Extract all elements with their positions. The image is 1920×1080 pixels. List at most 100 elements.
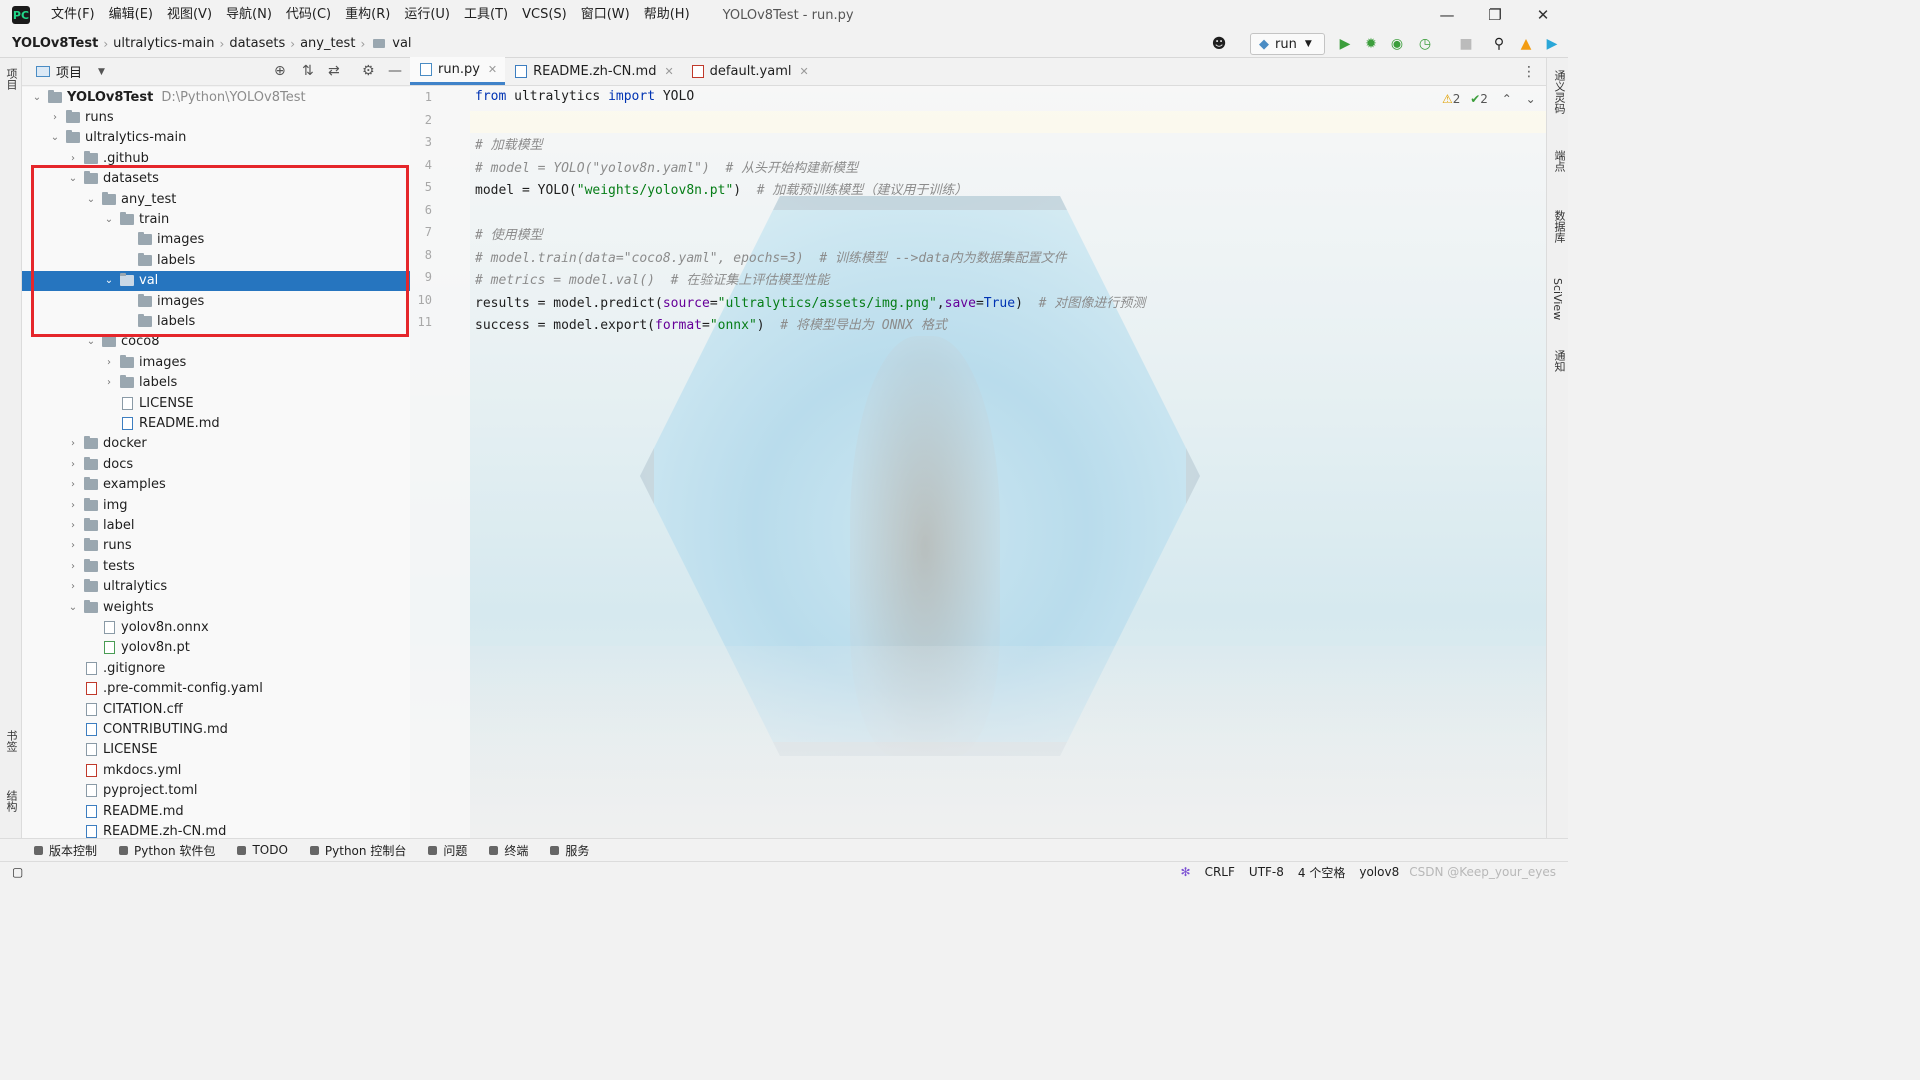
run-config-select[interactable]: ◆ run ▼ — [1250, 33, 1325, 55]
tree-item[interactable]: .gitignore — [22, 658, 410, 678]
jetbrains-ai-icon[interactable]: ▶ — [1543, 35, 1561, 53]
tree-item[interactable]: README.md — [22, 413, 410, 433]
tree-item[interactable]: ⌄ weights — [22, 597, 410, 617]
bookmarks-tool-tab[interactable]: 书签 — [3, 730, 19, 752]
chevron-down-icon[interactable]: ⌄ — [1526, 92, 1536, 106]
menu-edit[interactable]: 编辑(E) — [102, 0, 160, 30]
tree-item[interactable]: ⌄ coco8 — [22, 332, 410, 352]
run-icon[interactable]: ▶ — [1336, 35, 1354, 53]
tree-item[interactable]: › docs — [22, 454, 410, 474]
breadcrumb-item[interactable]: val — [389, 36, 414, 51]
close-tab-icon[interactable]: ✕ — [799, 65, 808, 78]
minimize-icon[interactable]: — — [1424, 0, 1470, 30]
user-icon[interactable]: ☻ — [1210, 35, 1228, 53]
project-tool-tab[interactable]: 项目 — [3, 68, 19, 90]
tool-version-control[interactable]: 版本控制 — [34, 842, 97, 859]
menu-run[interactable]: 运行(U) — [397, 0, 457, 30]
file-encoding[interactable]: UTF-8 — [1249, 865, 1284, 879]
close-tab-icon[interactable]: ✕ — [488, 63, 497, 76]
expand-all-icon[interactable]: ⇅ — [302, 63, 314, 79]
tree-item[interactable]: › docker — [22, 434, 410, 454]
close-icon[interactable]: ✕ — [1520, 0, 1566, 30]
restore-icon[interactable]: ❐ — [1472, 0, 1518, 30]
tree-item[interactable]: images — [22, 291, 410, 311]
collapse-all-icon[interactable]: ⇄ — [328, 63, 340, 79]
menu-file[interactable]: 文件(F) — [44, 0, 102, 30]
tree-item[interactable]: › ultralytics — [22, 577, 410, 597]
tree-item[interactable]: › runs — [22, 536, 410, 556]
chevron-down-icon[interactable]: ▼ — [98, 67, 105, 77]
indent-setting[interactable]: 4 个空格 — [1298, 864, 1345, 881]
tree-item[interactable]: ⌄ train — [22, 209, 410, 229]
menu-code[interactable]: 代码(C) — [279, 0, 338, 30]
hide-panel-icon[interactable]: — — [388, 63, 402, 79]
project-panel-title[interactable]: 项目 — [56, 62, 82, 81]
python-interpreter[interactable]: yolov8 — [1359, 865, 1399, 879]
sciview-tool-tab[interactable]: SciView — [1551, 278, 1564, 320]
tree-item[interactable]: CITATION.cff — [22, 699, 410, 719]
tree-item[interactable]: CONTRIBUTING.md — [22, 719, 410, 739]
tree-item[interactable]: README.md — [22, 801, 410, 821]
tree-item[interactable]: › label — [22, 515, 410, 535]
breadcrumb-item[interactable]: ultralytics-main — [110, 36, 217, 51]
tab-run-py[interactable]: run.py ✕ — [410, 57, 506, 85]
tree-item-selected[interactable]: ⌄ val — [22, 270, 410, 291]
database-tool-tab[interactable]: 数据库 — [1551, 210, 1567, 243]
tree-item[interactable]: › tests — [22, 556, 410, 576]
endpoints-tool-tab[interactable]: 端点 — [1551, 150, 1567, 172]
close-tab-icon[interactable]: ✕ — [664, 65, 673, 78]
tree-root[interactable]: ⌄ YOLOv8Test D:\Python\YOLOv8Test — [22, 87, 410, 107]
ai-status-icon[interactable]: ✻ — [1181, 865, 1191, 879]
tool-python-packages[interactable]: Python 软件包 — [119, 842, 215, 859]
tree-item[interactable]: mkdocs.yml — [22, 760, 410, 780]
debug-icon[interactable]: ✹ — [1362, 35, 1380, 53]
tree-item[interactable]: › .github — [22, 148, 410, 168]
menu-vcs[interactable]: VCS(S) — [515, 0, 574, 30]
tool-terminal[interactable]: 终端 — [489, 842, 528, 859]
tree-item[interactable]: › img — [22, 495, 410, 515]
update-icon[interactable]: ▲ — [1517, 35, 1535, 53]
toggle-tool-windows-icon[interactable]: ▢ — [12, 865, 23, 879]
tree-item[interactable]: .pre-commit-config.yaml — [22, 679, 410, 699]
tree-item[interactable]: README.zh-CN.md — [22, 821, 410, 838]
gear-icon[interactable]: ⚙ — [362, 63, 375, 79]
breadcrumb-item[interactable]: YOLOv8Test — [0, 36, 101, 51]
line-separator[interactable]: CRLF — [1205, 865, 1235, 879]
tree-item[interactable]: yolov8n.onnx — [22, 617, 410, 637]
inspection-widget[interactable]: ⚠2 ✔2 ⌃ ⌄ — [1442, 92, 1536, 106]
tab-default-yaml[interactable]: default.yaml ✕ — [682, 57, 817, 85]
tree-item[interactable]: yolov8n.pt — [22, 638, 410, 658]
tree-item[interactable]: ⌄ ultralytics-main — [22, 128, 410, 148]
profile-icon[interactable]: ◷ — [1416, 35, 1434, 53]
tree-item[interactable]: › images — [22, 352, 410, 372]
menu-view[interactable]: 视图(V) — [160, 0, 219, 30]
tab-readme-zh[interactable]: README.zh-CN.md ✕ — [505, 57, 682, 85]
menu-help[interactable]: 帮助(H) — [637, 0, 697, 30]
tree-item[interactable]: LICENSE — [22, 740, 410, 760]
tool-python-console[interactable]: Python 控制台 — [309, 842, 406, 859]
more-tabs-icon[interactable]: ⋮ — [1522, 64, 1536, 80]
tree-item[interactable]: ⌄ any_test — [22, 189, 410, 209]
search-icon[interactable]: ⚲ — [1490, 35, 1508, 53]
tree-item[interactable]: images — [22, 230, 410, 250]
menu-navigate[interactable]: 导航(N) — [219, 0, 279, 30]
locate-file-icon[interactable]: ⊕ — [274, 63, 286, 79]
tree-item[interactable]: labels — [22, 250, 410, 270]
menu-refactor[interactable]: 重构(R) — [338, 0, 397, 30]
chevron-up-icon[interactable]: ⌃ — [1502, 92, 1512, 106]
tree-item[interactable]: › examples — [22, 475, 410, 495]
tree-item[interactable]: LICENSE — [22, 393, 410, 413]
tree-item[interactable]: › labels — [22, 373, 410, 393]
tree-item[interactable]: › runs — [22, 107, 410, 127]
breadcrumb-item[interactable]: datasets — [226, 36, 288, 51]
tool-todo[interactable]: TODO — [237, 843, 288, 857]
tree-item[interactable]: pyproject.toml — [22, 781, 410, 801]
tool-services[interactable]: 服务 — [550, 842, 589, 859]
breadcrumb-item[interactable]: any_test — [297, 36, 358, 51]
notifications-tool-tab[interactable]: 通知 — [1551, 350, 1567, 372]
code-editor[interactable]: 1 2 3 4 5 6 7 8 9 10 11 from ultralytics… — [410, 86, 1546, 838]
stop-icon[interactable]: ■ — [1457, 35, 1475, 53]
tool-problems[interactable]: 问题 — [428, 842, 467, 859]
structure-tool-tab[interactable]: 结构 — [3, 790, 19, 812]
ai-assistant-tool-tab[interactable]: 通义灵码 — [1551, 70, 1567, 114]
